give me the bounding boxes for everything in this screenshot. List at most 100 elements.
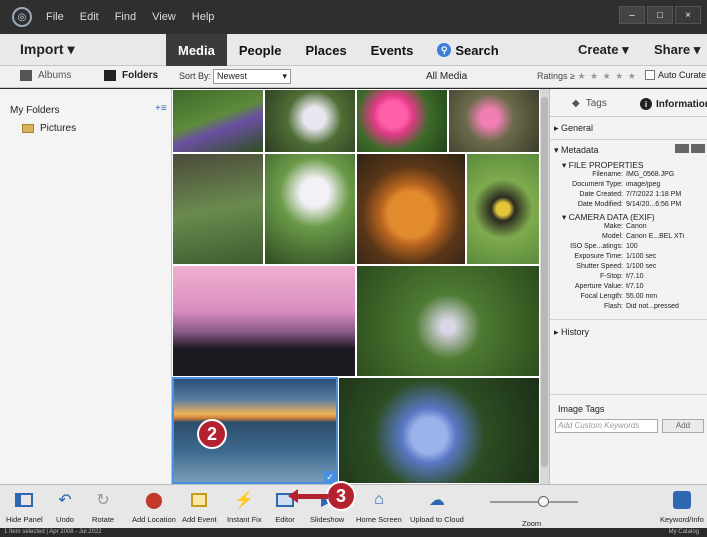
add-location-button[interactable]: ⬤ Add Location (132, 489, 176, 524)
callout-arrow (296, 494, 328, 499)
menu-help[interactable]: Help (192, 11, 215, 23)
tab-people[interactable]: People (227, 34, 294, 66)
photo-thumbnail[interactable] (356, 153, 466, 265)
metadata-key: ISO Spe...atings: (570, 243, 623, 250)
photo-thumbnail[interactable] (264, 89, 356, 153)
photo-thumbnail[interactable] (264, 153, 356, 265)
close-button[interactable]: × (675, 6, 701, 24)
information-tab[interactable]: i Information (640, 98, 707, 110)
keyword-info-button[interactable]: Keyword/Info (660, 489, 704, 524)
folder-item-pictures[interactable]: Pictures (22, 123, 76, 134)
auto-curate-checkbox[interactable] (645, 70, 655, 80)
photo-thumbnail[interactable] (356, 89, 448, 153)
panel-icon (13, 489, 35, 511)
metadata-value: Canon E...BEL XTi (626, 233, 685, 240)
metadata-key: Shutter Speed: (576, 263, 623, 270)
photo-thumbnail[interactable] (172, 89, 264, 153)
metadata-key: Aperture Value: (574, 283, 623, 290)
photo-thumbnail[interactable] (448, 89, 540, 153)
folders-label: Folders (122, 70, 159, 81)
rating-stars[interactable]: ★ ★ ★ ★ ★ (577, 71, 636, 81)
folder-icon (22, 124, 34, 133)
metadata-row: Make: Canon (554, 223, 704, 230)
minimize-button[interactable]: – (619, 6, 645, 24)
add-event-button[interactable]: Add Event (182, 489, 217, 524)
all-media-label: All Media (426, 71, 468, 82)
metadata-row: F-Stop: f/7.10 (554, 273, 704, 280)
rotate-button[interactable]: ↻ Rotate (92, 489, 114, 524)
tab-events[interactable]: Events (359, 34, 426, 66)
metadata-value: 7/7/2022 1:18 PM (626, 191, 682, 198)
app-logo-icon: ◎ (12, 7, 32, 27)
auto-curate-toggle[interactable]: Auto Curate (645, 70, 706, 80)
tool-label: Slideshow (310, 515, 345, 524)
divider (550, 139, 707, 140)
general-section[interactable]: ▸ General (554, 123, 593, 134)
maximize-button[interactable]: □ (647, 6, 673, 24)
upload-cloud-button[interactable]: ☁ Upload to Cloud (410, 489, 464, 524)
zoom-label: Zoom (522, 519, 542, 528)
folders-panel: My Folders +≡ Pictures (0, 89, 172, 484)
menu-find[interactable]: Find (115, 11, 136, 23)
hide-panel-button[interactable]: Hide Panel (6, 489, 43, 524)
menu-view[interactable]: View (152, 11, 176, 23)
search-button[interactable]: ⚲ Search (425, 34, 510, 66)
metadata-row: Aperture Value: f/7.10 (554, 283, 704, 290)
photo-thumbnail[interactable] (356, 265, 540, 377)
metadata-row: ISO Spe...atings: 100 (554, 243, 704, 250)
metadata-key: F-Stop: (600, 273, 623, 280)
information-tab-label: Information (656, 98, 707, 110)
camera-data-heading[interactable]: ▾ CAMERA DATA (EXIF) (562, 212, 655, 223)
metadata-value: IMG_0568.JPG (626, 171, 675, 178)
metadata-key: Exposure Time: (574, 253, 623, 260)
sort-select[interactable]: Newest ▾ (213, 69, 291, 84)
zoom-slider-handle[interactable] (538, 496, 549, 507)
instant-fix-button[interactable]: ⚡ Instant Fix (227, 489, 262, 524)
view-tabs: Media People Places Events ⚲ Search (166, 34, 511, 66)
history-section[interactable]: ▸ History (554, 327, 589, 338)
menu-edit[interactable]: Edit (80, 11, 99, 23)
undo-button[interactable]: ↶ Undo (54, 489, 76, 524)
tag-icon (671, 489, 693, 511)
complete-view-button[interactable] (691, 144, 705, 153)
scrollbar-thumb[interactable] (541, 97, 548, 467)
metadata-key: Document Type: (572, 181, 623, 188)
rotate-icon: ↻ (96, 492, 110, 509)
tool-label: Editor (275, 515, 295, 524)
folder-tab-icon (104, 70, 116, 81)
catalog-name[interactable]: My Catalog (669, 528, 699, 537)
metadata-row: Shutter Speed: 1/100 sec (554, 263, 704, 270)
tags-tab[interactable]: ◆ Tags (572, 98, 607, 109)
albums-tab[interactable]: Albums (20, 70, 71, 81)
metadata-section[interactable]: ▾ Metadata (554, 145, 599, 156)
metadata-view-buttons (675, 144, 705, 153)
import-button[interactable]: Import ▾ (20, 41, 74, 58)
metadata-row: Model: Canon E...BEL XTi (554, 233, 704, 240)
brief-view-button[interactable] (675, 144, 689, 153)
photo-thumbnail[interactable] (466, 153, 540, 265)
menu-file[interactable]: File (46, 11, 64, 23)
lightning-icon: ⚡ (234, 492, 255, 509)
photo-thumbnail[interactable] (338, 377, 540, 484)
zoom-slider-track[interactable] (490, 501, 578, 503)
metadata-row: Focal Length: 55.00 mm (554, 293, 704, 300)
tab-places[interactable]: Places (293, 34, 358, 66)
grid-scrollbar[interactable] (540, 89, 549, 484)
callout-arrowhead (288, 489, 298, 503)
share-button[interactable]: Share ▾ (654, 42, 700, 58)
keyword-input[interactable]: Add Custom Keywords (555, 419, 658, 433)
metadata-value: f/7.10 (626, 283, 644, 290)
add-keyword-button[interactable]: Add (662, 419, 704, 433)
file-properties-heading[interactable]: ▾ FILE PROPERTIES (562, 160, 644, 171)
top-navigation: Import ▾ Media People Places Events ⚲ Se… (0, 34, 707, 66)
create-button[interactable]: Create ▾ (578, 42, 629, 58)
tab-media[interactable]: Media (166, 34, 227, 66)
event-icon (188, 489, 210, 511)
photo-thumbnail[interactable] (172, 265, 356, 377)
folder-options-icon[interactable]: +≡ (155, 103, 167, 114)
undo-icon: ↶ (58, 492, 72, 509)
folders-tab[interactable]: Folders (104, 70, 158, 81)
auto-curate-label: Auto Curate (658, 70, 707, 80)
photo-thumbnail[interactable] (172, 153, 264, 265)
home-screen-button[interactable]: ⌂ Home Screen (356, 489, 402, 524)
